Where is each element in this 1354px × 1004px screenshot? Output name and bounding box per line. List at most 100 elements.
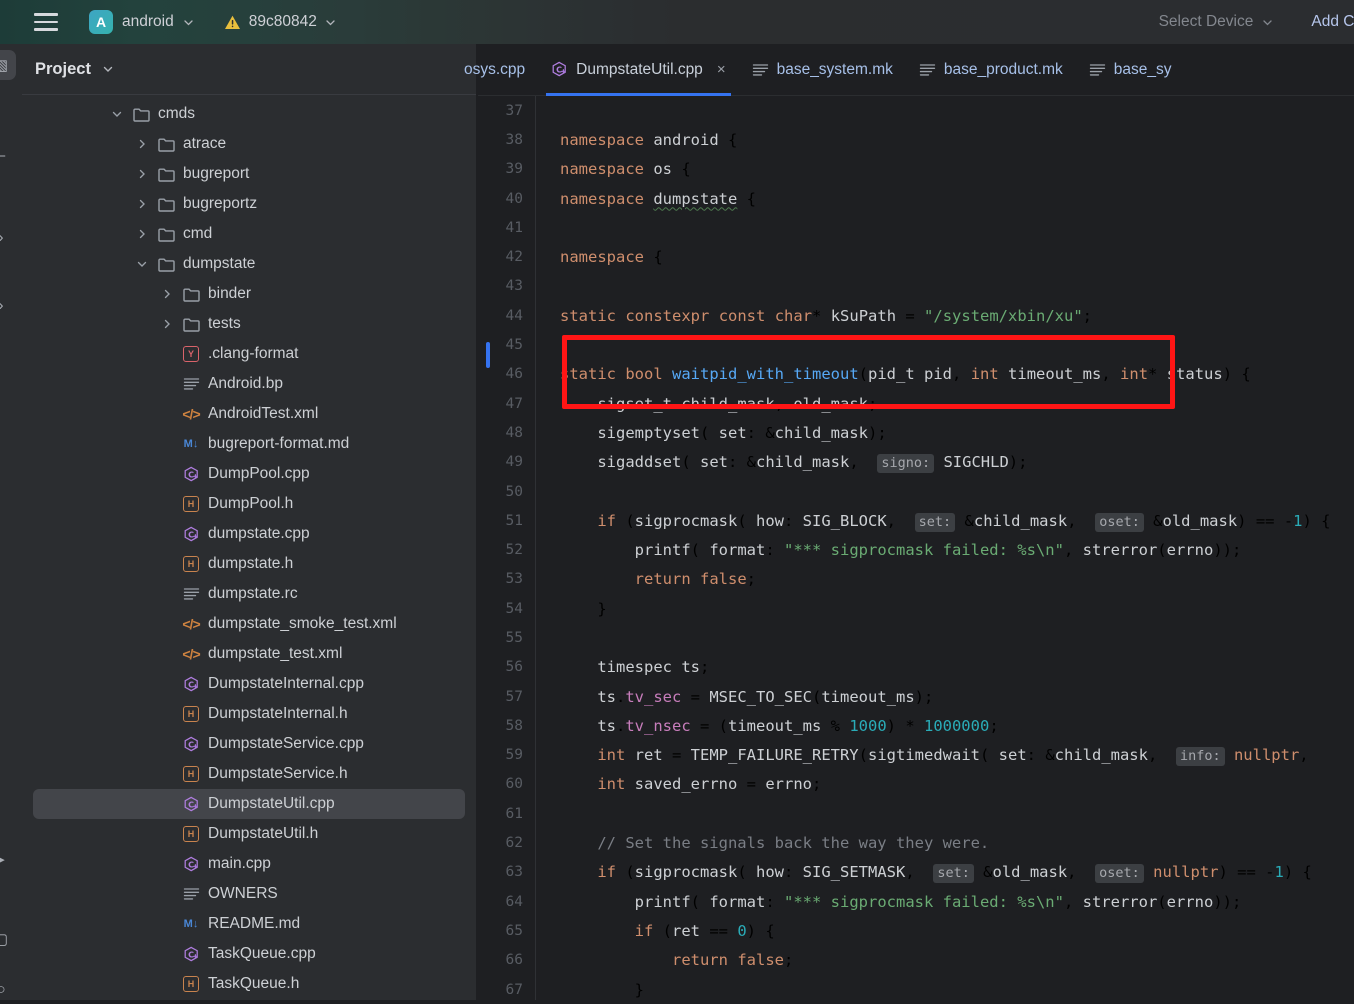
code-line[interactable]: 56 timespec ts; <box>478 652 1354 682</box>
chevron-right-icon[interactable] <box>159 286 175 302</box>
chevron-right-icon[interactable] <box>134 166 150 182</box>
code-editor[interactable]: 37 38 namespace android {39 namespace os {4… <box>478 96 1354 1000</box>
editor-tab-osys-cpp[interactable]: osys.cpp <box>464 44 538 96</box>
add-configuration-button[interactable]: Add Conf <box>1311 13 1354 31</box>
tree-file-dumpstate-h[interactable]: Hdumpstate.h <box>33 549 465 579</box>
pull-requests-tool-window-icon[interactable]: › <box>0 222 16 252</box>
editor-tab-base-system-mk[interactable]: base_system.mk <box>739 44 906 96</box>
code-line[interactable]: 47 sigset_t child_mask, old_mask; <box>478 388 1354 419</box>
svg-text:C: C <box>188 470 194 479</box>
project-tool-window-icon[interactable]: ▧ <box>0 50 16 80</box>
line-number: 60 <box>505 776 523 793</box>
code-line[interactable]: 52 printf( format: "*** sigprocmask fail… <box>478 535 1354 565</box>
tree-file-main-cpp[interactable]: Cmain.cpp <box>33 849 465 879</box>
code-line[interactable]: 39 namespace os { <box>478 154 1354 184</box>
close-icon[interactable]: × <box>717 61 726 78</box>
code-line[interactable]: 42 namespace { <box>478 242 1354 272</box>
code-line[interactable]: 45 <box>478 330 1354 360</box>
tree-file--clang-format[interactable]: Y .clang-format <box>33 339 465 369</box>
tree-file-dumpstate-smoke-test-xml[interactable]: </> dumpstate_smoke_test.xml <box>33 609 465 639</box>
hamburger-menu-icon[interactable] <box>31 7 61 37</box>
tree-file-android-bp[interactable]: Android.bp <box>33 369 465 399</box>
tree-file-taskqueue-cpp[interactable]: C TaskQueue.cpp <box>33 939 465 969</box>
code-line[interactable]: 62 // Set the signals back the way they … <box>478 828 1354 858</box>
code-line[interactable]: 65 if (ret == 0) { <box>478 916 1354 946</box>
header-file-icon: H <box>183 976 199 992</box>
code-line[interactable]: 40 namespace dumpstate { <box>478 183 1354 214</box>
tree-file-dumpstate-rc[interactable]: dumpstate.rc <box>33 579 465 609</box>
tree-folder-binder[interactable]: binder <box>33 279 465 309</box>
tree-file-bugreport-format-md[interactable]: M↓ bugreport-format.md <box>33 429 465 459</box>
text-file-icon <box>181 887 201 901</box>
code-line[interactable]: 63 if (sigprocmask( how: SIG_SETMASK, se… <box>478 857 1354 888</box>
project-panel-header: Project <box>22 44 476 95</box>
tree-folder-cmds[interactable]: cmds <box>33 99 465 129</box>
branch-selector[interactable]: 89c80842 <box>224 7 336 37</box>
code-line[interactable]: 66 return false; <box>478 945 1354 975</box>
commit-tool-window-icon[interactable]: – <box>0 140 16 170</box>
chevron-right-icon[interactable] <box>159 316 175 332</box>
code-line[interactable]: 59 int ret = TEMP_FAILURE_RETRY(sigtimed… <box>478 740 1354 770</box>
tree-file-dumppool-cpp[interactable]: C DumpPool.cpp <box>33 459 465 489</box>
editor-tab-label: base_product.mk <box>943 60 1063 78</box>
chevron-down-icon[interactable] <box>134 256 150 272</box>
code-line[interactable]: 38 namespace android { <box>478 125 1354 155</box>
project-selector[interactable]: A android <box>89 7 194 37</box>
code-line[interactable]: 57 ts.tv_sec = MSEC_TO_SEC(timeout_ms); <box>478 681 1354 712</box>
editor-tab-base-product-mk[interactable]: base_product.mk <box>906 44 1076 96</box>
tree-file-dumpstateutil-h[interactable]: H DumpstateUtil.h <box>33 819 465 849</box>
code-line[interactable]: 51 if (sigprocmask( how: SIG_BLOCK, set:… <box>478 506 1354 536</box>
code-line[interactable]: 37 <box>478 96 1354 126</box>
code-line[interactable]: 53 return false; <box>478 564 1354 595</box>
code-line[interactable]: 46 static bool waitpid_with_timeout(pid_t… <box>478 359 1354 389</box>
code-line[interactable]: 48 sigemptyset( set: &child_mask); <box>478 418 1354 448</box>
code-line[interactable]: 50 <box>478 476 1354 507</box>
chevron-down-icon[interactable] <box>109 106 125 122</box>
chevron-right-icon[interactable] <box>134 196 150 212</box>
tree-file-taskqueue-h[interactable]: H TaskQueue.h <box>33 969 465 999</box>
code-line[interactable]: 60 int saved_errno = errno; <box>478 769 1354 800</box>
page-title: Project <box>35 59 91 78</box>
code-line[interactable]: 58 ts.tv_nsec = (timeout_ms % 1000) * 10… <box>478 711 1354 741</box>
chevron-right-icon[interactable] <box>134 226 150 242</box>
tree-folder-bugreport[interactable]: bugreport <box>33 159 465 189</box>
editor-tab-dumpstateutil-cpp[interactable]: C DumpstateUtil.cpp × <box>538 44 738 96</box>
tree-file-androidtest-xml[interactable]: </> AndroidTest.xml <box>33 399 465 429</box>
tree-file-dumpstateinternal-h[interactable]: H DumpstateInternal.h <box>33 699 465 729</box>
code-line[interactable]: 55 <box>478 623 1354 653</box>
code-line[interactable]: 54 } <box>478 594 1354 624</box>
editor-tab-base-sy[interactable]: base_sy <box>1076 44 1185 96</box>
tree-file-dumppool-h[interactable]: H DumpPool.h <box>33 489 465 519</box>
select-device-dropdown[interactable]: Select Device <box>1159 13 1274 31</box>
code-line[interactable]: 41 <box>478 213 1354 243</box>
tree-file-dumpstate-cpp[interactable]: Cdumpstate.cpp <box>33 519 465 549</box>
code-line[interactable]: 49 sigaddset( set: &child_mask, signo: S… <box>478 447 1354 477</box>
chevron-down-icon[interactable] <box>102 63 114 75</box>
tree-file-dumpstateinternal-cpp[interactable]: C DumpstateInternal.cpp <box>33 669 465 699</box>
code-line[interactable]: 44 static constexpr const char* kSuPath =… <box>478 301 1354 331</box>
tree-file-dumpstateutil-cpp[interactable]: C DumpstateUtil.cpp <box>33 789 465 819</box>
tree-item-label: .clang-format <box>208 345 299 362</box>
code-line[interactable]: 43 <box>478 271 1354 302</box>
run-tool-window-icon[interactable]: ▸ <box>0 844 16 874</box>
code-line[interactable]: 61 <box>478 799 1354 829</box>
tree-folder-cmd[interactable]: cmd <box>33 219 465 249</box>
project-file-tree[interactable]: cmds atrace bugreport bugreportz cmd dumpstat… <box>22 96 476 1000</box>
terminal-tool-window-icon[interactable]: ▢ <box>0 924 16 954</box>
tree-folder-tests[interactable]: tests <box>33 309 465 339</box>
tree-file-dumpstateservice-h[interactable]: H DumpstateService.h <box>33 759 465 789</box>
tree-file-dumpstateservice-cpp[interactable]: C DumpstateService.cpp <box>33 729 465 759</box>
code-line[interactable]: 67 } <box>478 974 1354 1000</box>
tree-file-dumpstate-test-xml[interactable]: </> dumpstate_test.xml <box>33 639 465 669</box>
tree-file-readme-md[interactable]: M↓ README.md <box>33 909 465 939</box>
tree-file-owners[interactable]: OWNERS <box>33 879 465 909</box>
tree-folder-dumpstate[interactable]: dumpstate <box>33 249 465 279</box>
tree-folder-atrace[interactable]: atrace <box>33 129 465 159</box>
chevron-right-icon[interactable] <box>134 136 150 152</box>
tree-folder-bugreportz[interactable]: bugreportz <box>33 189 465 219</box>
bookmarks-tool-window-icon[interactable]: › <box>0 290 16 320</box>
code-line[interactable]: 64 printf( format: "*** sigprocmask fail… <box>478 887 1354 917</box>
